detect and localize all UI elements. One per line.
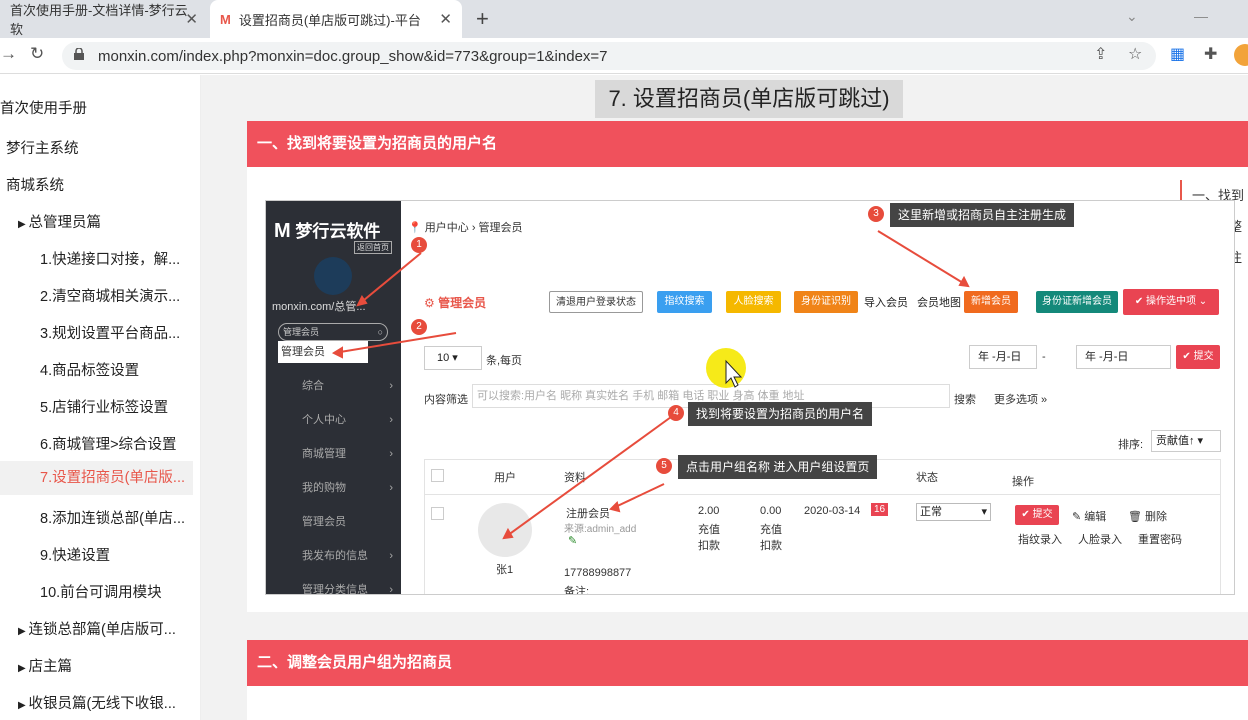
new-tab-icon[interactable]: + [476, 6, 489, 32]
sidebar-item-label: 总管理员篇 [28, 215, 101, 231]
sidebar-item[interactable]: ▶ 店主篇 [18, 655, 72, 676]
section-heading: 一、找到将要设置为招商员的用户名 [247, 121, 1248, 167]
sidebar-item[interactable]: 5.店铺行业标签设置 [40, 396, 168, 417]
sidebar-item[interactable]: 2.清空商城相关演示... [40, 285, 180, 306]
tab-label: 设置招商员(单店版可跳过)-平台 [238, 12, 421, 28]
sidebar-item[interactable]: 梦行主系统 [6, 137, 79, 158]
site-logo-icon: M [220, 11, 231, 27]
sidebar-item[interactable]: 8.添加连锁总部(单店... [40, 507, 185, 528]
sidebar-item[interactable]: 9.快递设置 [40, 544, 110, 565]
section-heading: 二、调整会员用户组为招商员 [247, 640, 1248, 686]
avatar[interactable] [1234, 44, 1248, 66]
sidebar-item[interactable]: 6.商城管理>综合设置 [40, 433, 177, 454]
sidebar-item[interactable]: 商城系统 [6, 174, 64, 195]
share-icon[interactable]: ⇪ [1094, 44, 1107, 64]
sidebar-item[interactable]: 1.快递接口对接，解... [40, 248, 180, 269]
sidebar-item[interactable]: 4.商品标签设置 [40, 359, 139, 380]
tab-bar: 首次使用手册-文档详情-梦行云软 ✕ M 设置招商员(单店版可跳过)-平台 ✕ + ⌄… [0, 0, 1248, 38]
star-icon[interactable]: ☆ [1128, 44, 1142, 64]
close-icon[interactable]: ✕ [185, 10, 198, 28]
embedded-screenshot: M 梦行云软件 返回首页 monxin.com/总管... 管理会员 ○ 管理会员… [265, 200, 1235, 595]
caret-right-icon: ▶ [18, 219, 29, 230]
caret-right-icon: ▶ [18, 700, 29, 711]
sidebar-item[interactable]: 3.规划设置平台商品... [40, 322, 180, 343]
sidebar-header[interactable]: 首次使用手册 [0, 97, 87, 118]
sidebar-item-label: 连锁总部篇(单店版可... [28, 622, 176, 638]
reload-icon[interactable]: ↻ [30, 44, 44, 64]
address-bar: → ↻ monxin.com/index.php?monxin=doc.grou… [0, 38, 1248, 74]
chevron-down-icon[interactable]: ⌄ [1126, 8, 1138, 25]
sidebar-item[interactable]: 10.前台可调用模块 [40, 581, 162, 602]
sidebar-item[interactable]: ▶ 连锁总部篇(单店版可... [18, 618, 176, 639]
doc-sidebar: 首次使用手册 梦行主系统 商城系统 ▶ 总管理员篇 1.快递接口对接，解... … [0, 75, 201, 720]
lock-icon [74, 48, 84, 60]
sidebar-item[interactable]: ▶ 收银员篇(无线下收银... [18, 692, 176, 713]
caret-right-icon: ▶ [18, 663, 29, 674]
forward-icon[interactable]: → [0, 44, 17, 64]
sidebar-item-label: 店主篇 [28, 659, 72, 675]
tab-label: 首次使用手册-文档详情-梦行云软 [10, 3, 188, 37]
extensions-icon[interactable]: ✚ [1204, 44, 1217, 64]
sidebar-item-label: 收银员篇(无线下收银... [28, 696, 176, 712]
sidebar-item[interactable]: ▶ 总管理员篇 [18, 211, 101, 232]
url-text: monxin.com/index.php?monxin=doc.group_sh… [98, 47, 608, 65]
tab-active[interactable]: M 设置招商员(单店版可跳过)-平台 ✕ [210, 0, 462, 38]
url-input[interactable]: monxin.com/index.php?monxin=doc.group_sh… [62, 42, 1156, 70]
annotation-arrows [331, 230, 970, 540]
page-title: 7. 设置招商员(单店版可跳过) [595, 80, 903, 118]
caret-right-icon: ▶ [18, 626, 29, 637]
qr-code-icon[interactable]: ▦ [1170, 44, 1185, 64]
close-icon[interactable]: ✕ [439, 10, 452, 28]
minimize-icon[interactable]: — [1194, 8, 1208, 24]
tab-doc[interactable]: 首次使用手册-文档详情-梦行云软 ✕ [0, 0, 208, 38]
section-card: 二、调整会员用户组为招商员 [247, 640, 1248, 720]
sidebar-item-active[interactable]: 7.设置招商员(单店版... [0, 461, 193, 495]
